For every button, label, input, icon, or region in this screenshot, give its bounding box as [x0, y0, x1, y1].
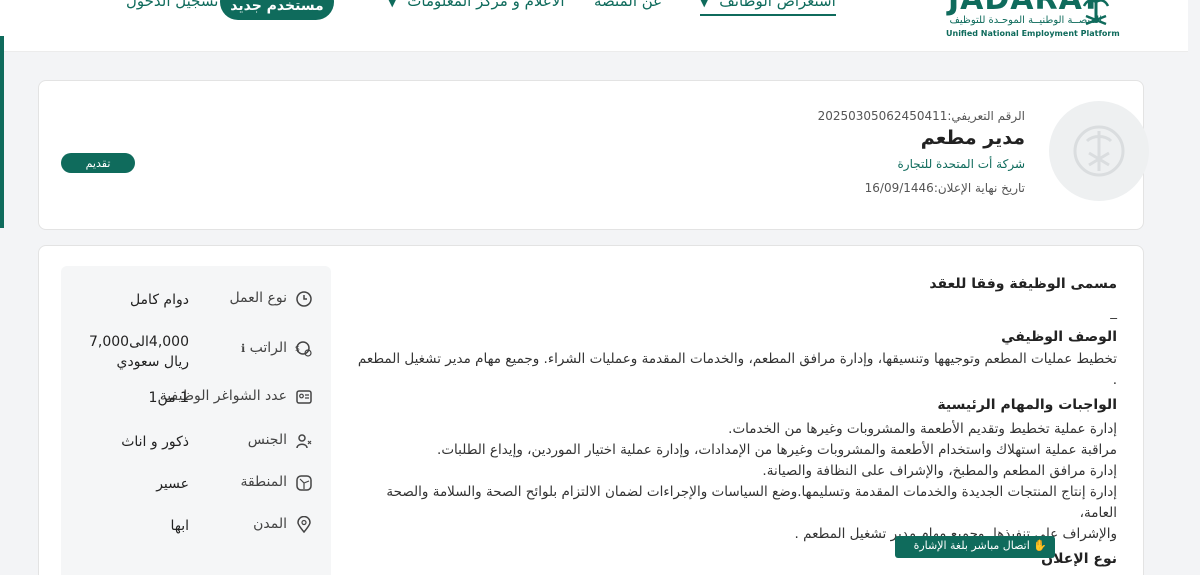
- job-summary-card: الرقم التعريفي:20250305062450411 مدير مط…: [38, 80, 1149, 230]
- nav-media-label: الأعلام و مركز المعلومات: [407, 0, 565, 10]
- fact-label: نوع العمل: [229, 290, 287, 306]
- fact-value: 1 من1: [148, 390, 189, 406]
- deadline-value: 16/09/1446: [864, 181, 934, 195]
- nav-about[interactable]: عن المنصة: [594, 0, 662, 10]
- duty-item: إدارة عملية تخطيط وتقديم الأطعمة والمشرو…: [728, 421, 1117, 437]
- palm-swords-emblem-icon: [1082, 0, 1110, 26]
- company-name[interactable]: شركة أت المتحدة للتجارة: [897, 157, 1025, 171]
- job-desc-heading: الوصف الوظيفي: [1001, 329, 1117, 345]
- duties-heading: الواجبات والمهام الرئيسية: [937, 397, 1117, 413]
- nav-media-center[interactable]: الأعلام و مركز المعلومات ▼: [388, 0, 565, 10]
- svg-text:$: $: [295, 344, 300, 353]
- logo-arabic-subtitle: المنصــة الوطنيــة الموحـدة للتوظيف: [949, 15, 1103, 26]
- job-facts-panel: نوع العمل دوام كامل $ الراتب ℹ 4,000الى7…: [61, 266, 331, 575]
- duty-item: مراقبة عملية استهلاك واستخدام الأطعمة وا…: [437, 442, 1117, 458]
- location-pin-icon: [297, 516, 311, 534]
- chevron-down-icon: ▼: [388, 0, 397, 9]
- company-avatar: [1049, 101, 1149, 201]
- money-icon: $: [295, 341, 312, 357]
- job-reference-value: 20250305062450411: [817, 109, 948, 123]
- emblem-placeholder-icon: [1073, 125, 1125, 177]
- ad-type-badge: ✋ اتصال مباشر بلغة الإشارة: [895, 536, 1055, 558]
- left-accent-bar: [0, 36, 4, 228]
- sign-language-icon: ✋: [1033, 539, 1047, 552]
- logo-english-subtitle: Unified National Employment Platform: [946, 29, 1120, 38]
- fact-value: 4,000الى7,000 ريال سعودي: [88, 334, 189, 370]
- job-desc-text: تخطيط عمليات المطعم وتوجيهها وتنسيقها، و…: [357, 351, 1117, 388]
- deadline: تاريخ نهاية الإعلان:16/09/1446: [865, 181, 1025, 195]
- fact-value: ذكور و اناث: [121, 434, 189, 450]
- info-icon[interactable]: ℹ: [241, 342, 245, 355]
- duties-list: إدارة عملية تخطيط وتقديم الأطعمة والمشرو…: [357, 419, 1117, 545]
- duty-item: إدارة مرافق المطعم والمطبخ، والإشراف على…: [762, 463, 1117, 479]
- fact-label: الجنس: [247, 432, 287, 448]
- fact-value: عسير: [156, 476, 189, 492]
- chevron-down-icon: ▼: [700, 0, 709, 9]
- clock-icon: [296, 291, 312, 307]
- nav-explore-label: استعراض الوظائف: [719, 0, 836, 10]
- contract-title-value: _: [1110, 304, 1117, 320]
- duty-item: إدارة إنتاج المنتجات الجديدة والخدمات ال…: [386, 484, 1117, 521]
- fact-label: الراتب: [249, 340, 287, 356]
- new-user-button[interactable]: مستخدم جديد: [220, 0, 334, 20]
- apply-button[interactable]: تقديم: [61, 153, 135, 173]
- job-details-card: نوع العمل دوام كامل $ الراتب ℹ 4,000الى7…: [38, 245, 1144, 575]
- nav-about-label: عن المنصة: [594, 0, 663, 10]
- ad-type-badge-label: اتصال مباشر بلغة الإشارة: [913, 539, 1030, 552]
- fact-value: دوام كامل: [129, 292, 189, 308]
- fact-label-wrap: الراتب ℹ: [241, 340, 287, 356]
- job-reference: الرقم التعريفي:20250305062450411: [818, 109, 1025, 123]
- job-description: مسمى الوظيفة وفقا للعقد _ الوصف الوظيفي …: [357, 276, 1117, 567]
- nav-explore-jobs[interactable]: استعراض الوظائف ▼: [700, 0, 836, 16]
- job-title: مدير مطعم: [920, 127, 1025, 149]
- fact-label: المدن: [253, 516, 287, 532]
- login-link[interactable]: تسجيل الدخول: [126, 0, 218, 10]
- top-navigation-bar: JADARAT المنصــة الوطنيــة الموحـدة للتو…: [0, 0, 1188, 52]
- deadline-label: تاريخ نهاية الإعلان:: [933, 181, 1025, 195]
- fact-value: ابها: [170, 518, 189, 534]
- fact-label: المنطقة: [240, 474, 287, 490]
- contract-title-heading: مسمى الوظيفة وفقا للعقد: [929, 276, 1117, 292]
- job-reference-label: الرقم التعريفي:: [947, 109, 1025, 123]
- id-card-icon: [296, 390, 312, 404]
- gender-icon: [296, 434, 312, 449]
- region-icon: [296, 475, 312, 491]
